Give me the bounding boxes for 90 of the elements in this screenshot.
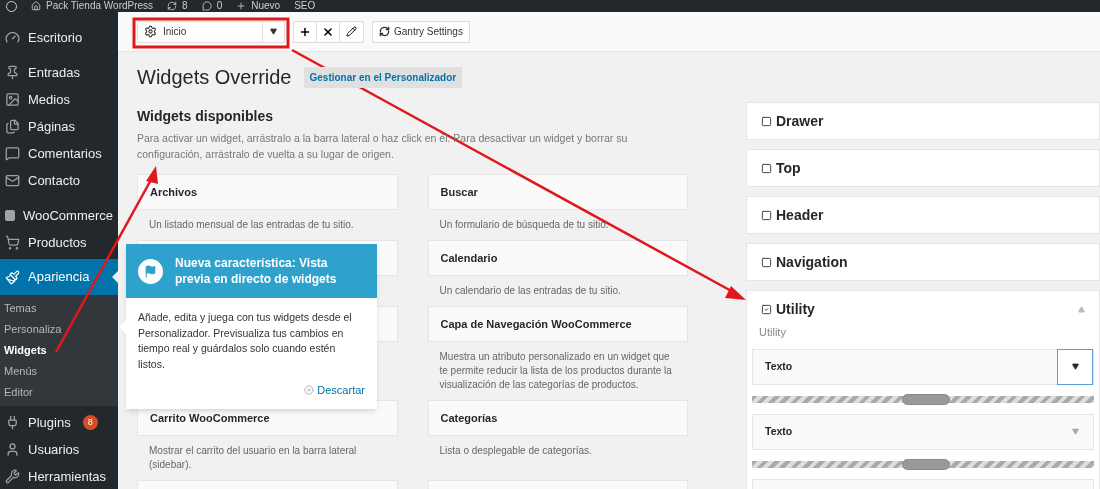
seo-link[interactable]: SEO: [294, 0, 316, 12]
submenu-item[interactable]: Editor: [0, 382, 118, 403]
submenu-item[interactable]: Menús: [0, 361, 118, 382]
sidebar-item[interactable]: Páginas: [0, 113, 118, 140]
comments-icon[interactable]: [201, 1, 212, 11]
customizer-link[interactable]: Gestionar en el Personalizador: [303, 66, 463, 88]
sidebar-item[interactable]: Comentarios: [0, 140, 118, 167]
sidebar-title: Navigation: [776, 252, 848, 272]
widget-card[interactable]: Capa de Navegación WooCommerce: [427, 306, 688, 342]
plus-icon[interactable]: [236, 1, 247, 11]
sidebar-title: Top: [776, 158, 801, 178]
section-title: Widgets disponibles: [137, 107, 274, 126]
sidebar-title: Header: [776, 205, 824, 225]
caret-icon: [1071, 363, 1079, 370]
sidebar-title: Utility: [776, 299, 815, 319]
submenu-item[interactable]: Widgets: [0, 340, 118, 361]
sidebar-panel[interactable]: Drawer: [746, 102, 1100, 140]
sidebar-item[interactable]: Apariencia: [0, 259, 118, 295]
widget-description: Un calendario de las entradas de tu sitio.: [438, 284, 622, 298]
mail-icon: [5, 173, 20, 188]
count-badge: 8: [82, 415, 98, 430]
pages-icon: [5, 119, 20, 134]
caret-icon: [270, 28, 277, 35]
refresh-icon: [379, 26, 390, 37]
page-title: Widgets Override: [137, 65, 292, 90]
caret-icon: [1071, 428, 1079, 435]
checkbox-icon[interactable]: [761, 209, 772, 221]
plug-icon: [5, 415, 20, 430]
sidebar-title: Drawer: [776, 111, 824, 131]
section-description: Para activar un widget, arrástralo a la barra lateral o haz click en él. Para desactivar un widget y borrar su configuración, arrástralo de vuelta a su lugar de origen.: [137, 131, 629, 162]
gantry-settings-button[interactable]: Gantry Settings: [372, 20, 470, 43]
dismiss-link[interactable]: Descartar: [304, 382, 365, 399]
update-count: 8: [182, 0, 188, 12]
sidebar-item[interactable]: Medios: [0, 86, 118, 113]
gear-icon: [144, 25, 157, 38]
menu-pointer: [112, 271, 118, 283]
submenu-item[interactable]: Temas: [0, 298, 118, 319]
sidebar-item[interactable]: Entradas: [0, 59, 118, 86]
sidebar-panel[interactable]: Navigation: [746, 243, 1100, 281]
updates-icon[interactable]: [167, 1, 178, 11]
site-link[interactable]: Pack Tienda WordPress: [46, 0, 154, 12]
widget-description: Un listado mensual de las entradas de tu sitio.: [148, 218, 355, 232]
sidebar-item[interactable]: Plugins 8: [0, 409, 118, 436]
widget-card[interactable]: Categorías: [427, 400, 688, 436]
checkbox-icon[interactable]: [761, 115, 772, 127]
sidebar-item[interactable]: Usuarios: [0, 436, 118, 463]
sidebar-item[interactable]: Escritorio: [0, 24, 118, 51]
widget-card[interactable]: Archivos: [137, 174, 398, 210]
widget-description: Muestra un atributo personalizado en un widget que te permite reducir la lista de los productos durante la visualización de las categorías de productos.: [438, 350, 673, 392]
sidebar-panel[interactable]: Header: [746, 196, 1100, 234]
widget-card[interactable]: Buscar: [427, 174, 688, 210]
pin-icon: [5, 65, 20, 80]
wrench-icon: [5, 469, 20, 484]
checked-checkbox-icon[interactable]: [761, 303, 772, 315]
paintbrush-icon: [5, 269, 20, 285]
page-dropdown[interactable]: Inicio: [137, 20, 285, 43]
widget-description: Lista o desplegable de categorías.: [438, 444, 593, 458]
gauge-icon: [5, 30, 20, 45]
checkbox-icon[interactable]: [761, 256, 772, 268]
home-icon[interactable]: [31, 1, 41, 11]
close-icon: [304, 385, 315, 396]
tooltip-title: Nueva característica: Vista previa en directo de widgets: [175, 255, 338, 287]
sidebar-item[interactable]: Contacto: [0, 167, 118, 194]
sidebar-panel[interactable]: Top: [746, 149, 1100, 187]
sidebar-description: Utility: [758, 325, 787, 340]
speech-bubble-icon: [5, 146, 20, 161]
user-icon: [5, 442, 20, 457]
new-link[interactable]: Nuevo: [251, 0, 281, 12]
close-icon: [322, 25, 334, 38]
widget-item[interactable]: Texto: [752, 413, 1094, 450]
dropdown-toggle[interactable]: [1057, 348, 1093, 385]
pencil-icon: [346, 26, 357, 37]
drag-separator[interactable]: [752, 460, 1094, 468]
flag-icon: [138, 258, 163, 284]
image-icon: [5, 92, 20, 107]
widget-description: Mostrar el carrito del usuario en la barra lateral (sidebar).: [148, 444, 358, 472]
plus-icon: [299, 25, 311, 38]
widget-item[interactable]: Texto: [752, 348, 1094, 385]
tooltip-body: Añade, edita y juega con tus widgets desde el Personalizador. Previsualiza tus cambios en tiempo real y guárdalos solo cuando estén listos.: [137, 310, 353, 372]
widget-description: Un formulario de búsqueda de tu sitio.: [438, 218, 610, 232]
checkbox-icon[interactable]: [761, 162, 772, 174]
widget-card[interactable]: Calendario: [427, 240, 688, 276]
submenu-item[interactable]: Personaliza: [0, 319, 118, 340]
cart-icon: [5, 235, 20, 250]
sidebar-item[interactable]: WooCommerce: [0, 202, 118, 229]
sidebar-panel[interactable]: Utility Utility Texto Texto: [746, 290, 1100, 489]
sidebar-item[interactable]: Productos: [0, 229, 118, 256]
sidebar-item[interactable]: Herramientas: [0, 463, 118, 489]
drag-separator[interactable]: [752, 395, 1094, 403]
comment-count: 0: [216, 0, 223, 12]
